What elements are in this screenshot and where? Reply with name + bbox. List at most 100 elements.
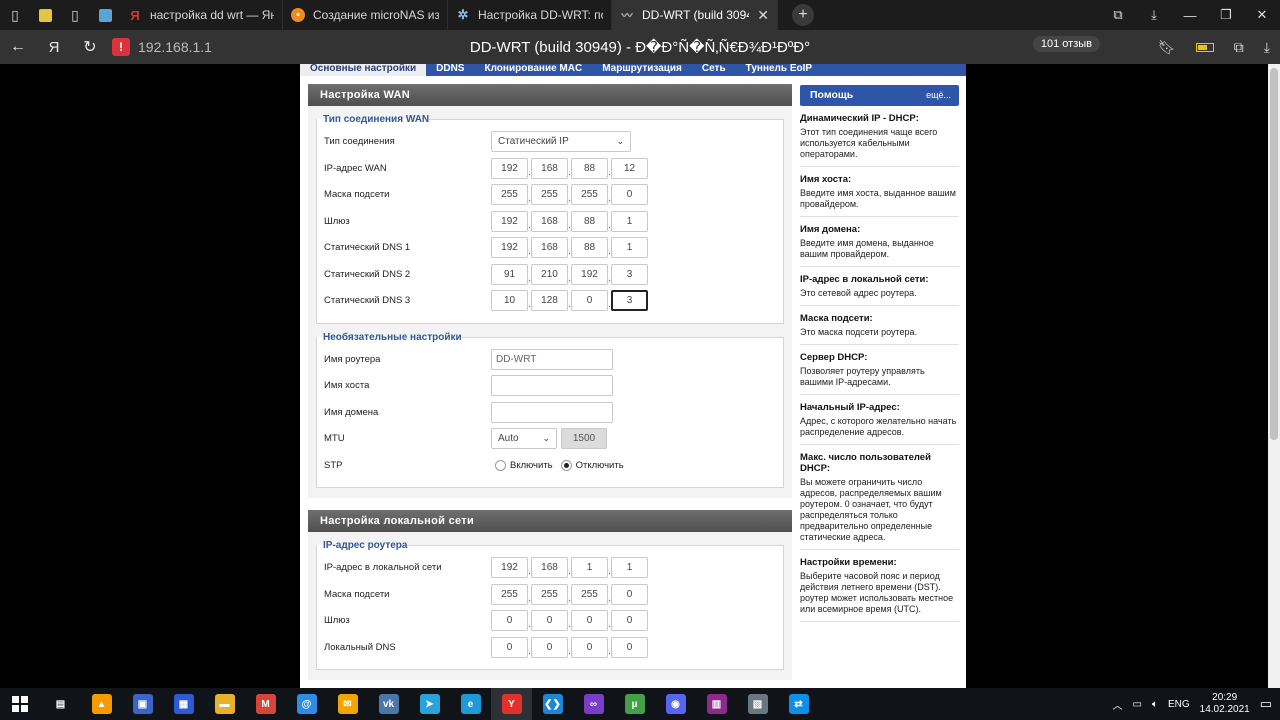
subnav-routing[interactable]: Маршрутизация (592, 64, 692, 76)
taskbar-app[interactable]: ▬ (204, 688, 245, 720)
taskbar-app[interactable]: ◉ (655, 688, 696, 720)
subnav-basic-settings[interactable]: Основные настройки (300, 64, 427, 76)
ip-octet-input[interactable]: 0 (571, 290, 608, 311)
ip-octet-input[interactable]: 0 (491, 610, 528, 631)
hostname-input[interactable] (491, 375, 613, 396)
ip-octet-input[interactable]: 0 (611, 610, 648, 631)
ip-octet-input[interactable]: 168 (531, 157, 568, 179)
ip-octet-input[interactable]: 168 (531, 237, 568, 258)
taskbar-app[interactable]: ➤ (409, 688, 450, 720)
help-more-link[interactable]: ещё... (926, 85, 951, 106)
bookmark-icon[interactable]: 🔖︎ (1158, 39, 1176, 56)
ip-octet-input-focused[interactable]: 3 (611, 290, 648, 311)
image-icon[interactable] (30, 0, 60, 30)
ip-octet-input[interactable]: 192 (571, 263, 608, 285)
ip-octet-input[interactable]: 128 (531, 290, 568, 311)
taskbar-app[interactable]: ▲ (81, 688, 122, 720)
stp-enable-radio[interactable] (495, 459, 506, 471)
taskbar-app[interactable]: @ (286, 688, 327, 720)
ip-octet-input[interactable]: 0 (611, 583, 648, 605)
taskbar-app[interactable]: ▣ (122, 688, 163, 720)
taskbar-app[interactable]: ✉ (327, 688, 368, 720)
ip-octet-input[interactable]: 0 (611, 636, 648, 658)
reload-button[interactable]: ↻ (72, 30, 108, 64)
subnav-network[interactable]: Сеть (692, 64, 736, 76)
network-icon[interactable]: ▭ (1133, 699, 1142, 710)
ip-octet-input[interactable]: 0 (531, 610, 568, 631)
start-button[interactable] (0, 688, 40, 720)
ip-octet-input[interactable]: 255 (491, 583, 528, 605)
tab-ddwrt-guide[interactable]: ✲ Настройка DD-WRT: поша (448, 0, 612, 30)
subnav-eoip-tunnel[interactable]: Туннель EoIP (736, 64, 822, 76)
download-icon[interactable]: ⤓ (1264, 39, 1270, 56)
taskbar-app[interactable]: Y (491, 688, 532, 720)
notifications-icon[interactable]: ▭ (1260, 696, 1272, 712)
subnav-ddns[interactable]: DDNS (426, 64, 474, 76)
mtu-mode-select[interactable]: Auto ⌄ (491, 428, 557, 449)
ip-octet-input[interactable]: 255 (531, 184, 568, 205)
ip-octet-input[interactable]: 192 (491, 557, 528, 578)
reviews-badge[interactable]: 101 отзыв (1032, 36, 1100, 52)
tab-micronas[interactable]: • Создание microNAS из ро (283, 0, 448, 30)
taskbar-app[interactable]: ▦ (163, 688, 204, 720)
taskbar-app[interactable]: ∞ (573, 688, 614, 720)
ip-octet-input[interactable]: 192 (491, 210, 528, 232)
new-tab-button[interactable]: + (792, 4, 814, 26)
ip-octet-input[interactable]: 0 (611, 184, 648, 205)
router-name-input[interactable]: DD-WRT (491, 348, 613, 370)
ip-octet-input[interactable]: 168 (531, 557, 568, 578)
scrollbar-thumb[interactable] (1270, 68, 1278, 440)
page-icon[interactable]: ▯ (0, 0, 30, 30)
language-indicator[interactable]: ENG (1168, 699, 1190, 710)
clock[interactable]: 20:29 14.02.2021 (1200, 692, 1250, 716)
ip-octet-input[interactable]: 0 (531, 636, 568, 658)
tab-yandex-search[interactable]: Я настройка dd wrt — Яндекс (120, 0, 283, 30)
taskbar-app[interactable]: e (450, 688, 491, 720)
ip-octet-input[interactable]: 88 (571, 237, 608, 258)
mtu-value-input[interactable]: 1500 (561, 428, 607, 449)
ip-octet-input[interactable]: 0 (571, 610, 608, 631)
pinned-tab-icon[interactable] (90, 0, 120, 30)
maximize-button[interactable]: ❐ (1208, 0, 1244, 30)
ip-octet-input[interactable]: 255 (491, 184, 528, 205)
ip-octet-input[interactable]: 192 (491, 157, 528, 179)
taskbar-app[interactable]: vk (368, 688, 409, 720)
ip-octet-input[interactable]: 1 (611, 237, 648, 258)
ip-octet-input[interactable]: 1 (611, 210, 648, 232)
ip-octet-input[interactable]: 12 (611, 157, 648, 179)
yandex-logo-icon[interactable]: Я (36, 30, 72, 64)
ip-octet-input[interactable]: 3 (611, 263, 648, 285)
ip-octet-input[interactable]: 255 (571, 583, 608, 605)
domain-input[interactable] (491, 401, 613, 423)
ip-octet-input[interactable]: 0 (491, 636, 528, 658)
close-icon[interactable]: ✕ (757, 7, 769, 24)
ip-octet-input[interactable]: 255 (571, 184, 608, 205)
back-button[interactable]: ← (0, 30, 36, 64)
stp-enable-label[interactable]: Включить (510, 460, 553, 471)
ip-octet-input[interactable]: 168 (531, 210, 568, 232)
taskbar-app[interactable]: ▤ (40, 688, 81, 720)
ip-octet-input[interactable]: 210 (531, 263, 568, 285)
warning-icon[interactable]: ! (112, 38, 130, 56)
collections-icon[interactable]: ⧉ (1100, 0, 1136, 30)
ip-octet-input[interactable]: 0 (571, 636, 608, 658)
taskbar-app[interactable]: µ (614, 688, 655, 720)
ip-octet-input[interactable]: 1 (611, 557, 648, 578)
ip-octet-input[interactable]: 255 (531, 583, 568, 605)
volume-icon[interactable]: 🔈︎ (1152, 699, 1158, 710)
ip-octet-input[interactable]: 88 (571, 210, 608, 232)
taskbar-app[interactable]: ▧ (737, 688, 778, 720)
ip-octet-input[interactable]: 1 (571, 557, 608, 578)
chevron-up-icon[interactable]: ︿ (1113, 697, 1123, 712)
tab-ddwrt-active[interactable]: 〰 DD-WRT (build 30949) - ✕ (612, 0, 778, 30)
extensions-icon[interactable]: ⧉ (1234, 39, 1244, 56)
ip-octet-input[interactable]: 88 (571, 157, 608, 179)
battery-icon[interactable] (1195, 42, 1214, 52)
minimize-button[interactable]: — (1172, 0, 1208, 30)
ip-octet-input[interactable]: 10 (491, 290, 528, 311)
document-icon[interactable]: ▯ (60, 0, 90, 30)
stp-disable-radio[interactable] (560, 459, 572, 471)
taskbar-app[interactable]: ❮❯ (532, 688, 573, 720)
close-window-button[interactable]: ✕ (1244, 0, 1280, 30)
ip-octet-input[interactable]: 192 (491, 237, 528, 258)
